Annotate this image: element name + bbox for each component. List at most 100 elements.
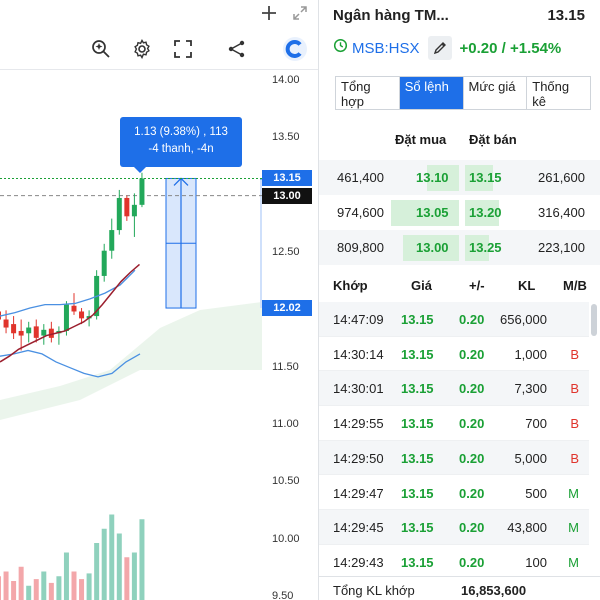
price-axis[interactable]: 14.00 13.50 12.50 11.50 11.00 10.50 10.00 9.50 1…	[262, 70, 318, 600]
trade-price: 13.15	[401, 554, 434, 570]
price-tick-label: 9.50	[272, 590, 294, 600]
trade-price: 13.15	[401, 312, 434, 327]
trade-row[interactable]: 14:30:01 13.15 0.20 7,300 B	[319, 371, 589, 407]
quote-panel: Ngân hàng TM... 13.15 MSB:HSX +0.20 / +1…	[318, 0, 600, 600]
scrollbar-thumb[interactable]	[591, 304, 597, 336]
sell-price[interactable]: 13.20	[469, 205, 502, 220]
expand-icon[interactable]	[287, 0, 313, 26]
trade-volume: 500	[525, 485, 547, 501]
chart-topbar	[0, 0, 318, 30]
trade-price: 13.15	[401, 450, 434, 466]
order-book: 461,400 13.10 13.15 261,600 974,600 13.05 13.2…	[319, 160, 600, 265]
book-row[interactable]: 461,400 13.10 13.15 261,600	[319, 160, 600, 195]
trade-change: 0.20	[459, 346, 485, 362]
trades-header-side: M/B	[563, 278, 587, 293]
trade-row[interactable]: 14:29:43 13.15 0.20 100 M	[319, 545, 589, 574]
tooltip-line2: -4 thanh, -4n	[148, 143, 214, 155]
trade-side: B	[570, 381, 579, 397]
volume-bar	[86, 573, 92, 600]
volume-bar	[33, 579, 39, 600]
pencil-icon	[433, 42, 446, 55]
range-low-badge: 12.02	[262, 300, 312, 317]
fullscreen-icon[interactable]	[170, 36, 196, 62]
trades-list[interactable]: 14:47:09 13.15 0.20 656,000 14:30:14 13.15 0.2…	[319, 302, 589, 574]
buy-price[interactable]: 13.00	[416, 240, 449, 255]
price-tick-label: 10.50	[272, 475, 300, 488]
trade-side: B	[570, 416, 579, 432]
trade-price: 13.15	[401, 416, 434, 432]
trade-side: M	[568, 485, 579, 501]
sell-price[interactable]: 13.25	[469, 240, 502, 255]
candle-body	[71, 305, 77, 312]
volume-bar	[139, 519, 145, 600]
trade-time: 14:29:43	[333, 554, 384, 570]
tab-2[interactable]: Mức giá	[463, 77, 528, 109]
trade-volume: 43,800	[507, 520, 547, 536]
book-row[interactable]: 974,600 13.05 13.20 316,400	[319, 195, 600, 230]
trade-change: 0.20	[459, 520, 485, 536]
candle-body	[41, 329, 47, 336]
candle-body	[33, 326, 39, 338]
trade-row[interactable]: 14:29:50 13.15 0.20 5,000 B	[319, 440, 589, 476]
candle-body	[109, 230, 115, 251]
trade-row[interactable]: 14:30:14 13.15 0.20 1,000 B	[319, 337, 589, 372]
tab-3[interactable]: Thống kê	[527, 77, 590, 109]
trade-side: B	[570, 450, 579, 466]
volume-bar	[41, 571, 47, 600]
candle-body	[11, 324, 17, 334]
magic-search-icon[interactable]	[88, 36, 114, 62]
trade-side: M	[568, 520, 579, 536]
volume-bar	[26, 585, 32, 600]
tab-0[interactable]: Tổng hợp	[336, 77, 400, 109]
trade-volume: 5,000	[514, 450, 547, 466]
ticker-symbol[interactable]: MSB:HSX	[352, 40, 420, 57]
trade-change: 0.20	[459, 554, 485, 570]
volume-bar	[79, 579, 85, 600]
trade-row[interactable]: 14:29:47 13.15 0.20 500 M	[319, 476, 589, 511]
trade-time: 14:29:50	[333, 450, 384, 466]
trade-row[interactable]: 14:29:45 13.15 0.20 43,800 M	[319, 510, 589, 545]
sell-volume: 261,600	[538, 170, 585, 185]
plus-icon[interactable]	[256, 0, 282, 26]
trade-change: 0.20	[459, 381, 485, 397]
trades-header: Khớp Giá +/- KL M/B	[319, 270, 600, 300]
trade-price: 13.15	[401, 520, 434, 536]
trade-side: M	[568, 554, 579, 570]
trade-row[interactable]: 14:29:55 13.15 0.20 700 B	[319, 406, 589, 441]
measure-tooltip: 1.13 (9.38%) , 113 -4 thanh, -4n	[120, 117, 242, 173]
volume-bar	[124, 557, 130, 600]
volume-bar	[94, 543, 100, 600]
trades-header-time: Khớp	[333, 278, 368, 293]
trades-scrollbar[interactable]	[591, 304, 597, 572]
price-tick-label: 13.50	[272, 131, 300, 144]
order-book-header: Đặt mua Đặt bán	[319, 128, 600, 152]
sell-volume: 316,400	[538, 205, 585, 220]
candle-body	[3, 319, 9, 328]
candle-body	[63, 304, 69, 331]
trade-price: 13.15	[401, 485, 434, 501]
trade-time: 14:29:55	[333, 416, 384, 432]
gear-icon[interactable]	[129, 36, 155, 62]
chart-pane[interactable]: 1.13 (9.38%) , 113 -4 thanh, -4n 14.00 13…	[0, 0, 318, 600]
candle-body	[18, 330, 24, 336]
volume-bar	[56, 576, 62, 600]
buy-price[interactable]: 13.10	[416, 170, 449, 185]
sell-price[interactable]: 13.15	[469, 170, 502, 185]
trade-volume: 1,000	[514, 346, 547, 362]
buy-volume: 461,400	[337, 170, 384, 185]
volume-bar	[116, 533, 122, 600]
brand-logo-icon[interactable]	[281, 35, 309, 63]
buy-price[interactable]: 13.05	[416, 205, 449, 220]
price-tick-label: 14.00	[272, 74, 300, 86]
book-header-buy: Đặt mua	[395, 132, 447, 147]
trade-row[interactable]: 14:47:09 13.15 0.20 656,000	[319, 302, 589, 337]
candle-body	[124, 197, 130, 217]
tab-1[interactable]: Sổ lệnh	[399, 77, 464, 109]
volume-bar	[3, 571, 9, 600]
chart-toolbar	[0, 30, 318, 70]
edit-symbol-button[interactable]	[427, 36, 452, 60]
book-header-sell: Đặt bán	[469, 132, 517, 147]
book-row[interactable]: 809,800 13.00 13.25 223,100	[319, 230, 600, 265]
trades-header-price: Giá	[411, 278, 432, 293]
share-icon[interactable]	[224, 36, 250, 62]
